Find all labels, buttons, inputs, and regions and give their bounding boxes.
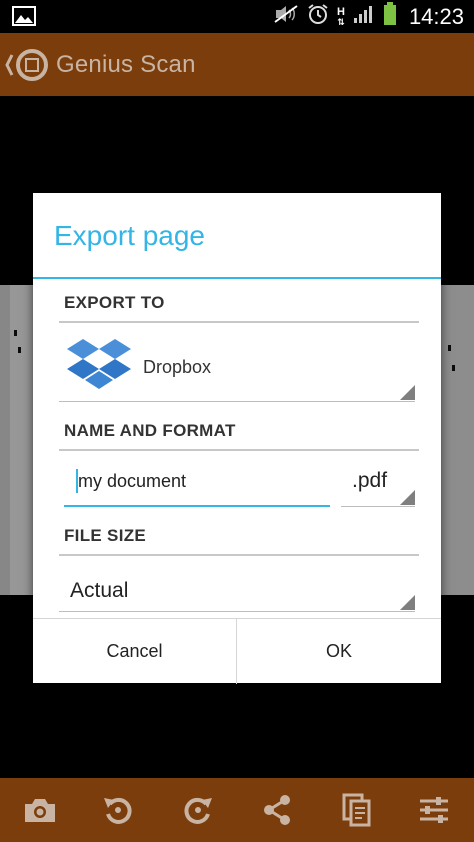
- signal-icon: [353, 4, 375, 29]
- camera-icon: [25, 799, 55, 822]
- format-spinner[interactable]: .pdf: [341, 453, 415, 507]
- rotate-left-button[interactable]: [98, 792, 138, 828]
- ok-button[interactable]: OK: [237, 619, 441, 684]
- dialog-button-bar: Cancel OK: [33, 618, 441, 684]
- pages-button[interactable]: [337, 792, 377, 828]
- battery-icon: [383, 2, 397, 31]
- status-icons: H ⇅ 14:23: [273, 0, 464, 33]
- spinner-corner-icon: [400, 595, 415, 610]
- export-to-label: EXPORT TO: [64, 293, 165, 312]
- camera-button[interactable]: [20, 792, 60, 828]
- status-bar: H ⇅ 14:23: [0, 0, 474, 33]
- export-to-header: EXPORT TO: [59, 285, 419, 323]
- app-title: Genius Scan: [56, 51, 196, 78]
- document-name-input[interactable]: my document: [64, 453, 330, 507]
- share-icon: [264, 795, 290, 825]
- share-button[interactable]: [257, 792, 297, 828]
- dialog-title-bar: Export page: [33, 193, 441, 279]
- status-time: 14:23: [408, 3, 464, 29]
- gallery-icon: [12, 6, 36, 31]
- action-bar: Genius Scan: [0, 33, 474, 96]
- file-size-spinner[interactable]: Actual: [59, 557, 415, 612]
- file-size-header: FILE SIZE: [59, 518, 419, 556]
- network-type-icon: H ⇅: [336, 5, 345, 27]
- file-size-label: FILE SIZE: [64, 526, 147, 545]
- export-destination-value: Dropbox: [143, 357, 212, 377]
- bottom-toolbar: [0, 778, 474, 842]
- mute-icon: [273, 4, 299, 29]
- alarm-icon: [307, 3, 329, 30]
- screen: H ⇅ 14:23 Genius Scan Export page EXPORT…: [0, 0, 474, 842]
- file-size-value: Actual: [70, 579, 129, 602]
- spinner-corner-icon: [400, 385, 415, 400]
- spinner-corner-icon: [400, 490, 415, 505]
- rotate-right-icon: [184, 797, 212, 824]
- export-page-dialog: Export page EXPORT TO Dropbox NAME AND F…: [33, 193, 441, 684]
- dialog-title: Export page: [54, 220, 205, 251]
- back-chevron-icon: [5, 49, 48, 81]
- export-destination-spinner[interactable]: Dropbox: [59, 323, 415, 402]
- settings-sliders-icon: [420, 797, 448, 823]
- document-name-value: my document: [78, 471, 187, 491]
- dropbox-icon: [67, 337, 131, 398]
- cancel-button[interactable]: Cancel: [33, 619, 237, 684]
- pages-icon: [342, 793, 371, 827]
- app-home-button[interactable]: [4, 45, 50, 85]
- format-value: .pdf: [352, 469, 388, 492]
- settings-sliders-button[interactable]: [414, 792, 454, 828]
- name-and-format-header: NAME AND FORMAT: [59, 413, 419, 451]
- rotate-left-icon: [104, 797, 132, 824]
- rotate-right-button[interactable]: [178, 792, 218, 828]
- name-and-format-label: NAME AND FORMAT: [64, 421, 236, 440]
